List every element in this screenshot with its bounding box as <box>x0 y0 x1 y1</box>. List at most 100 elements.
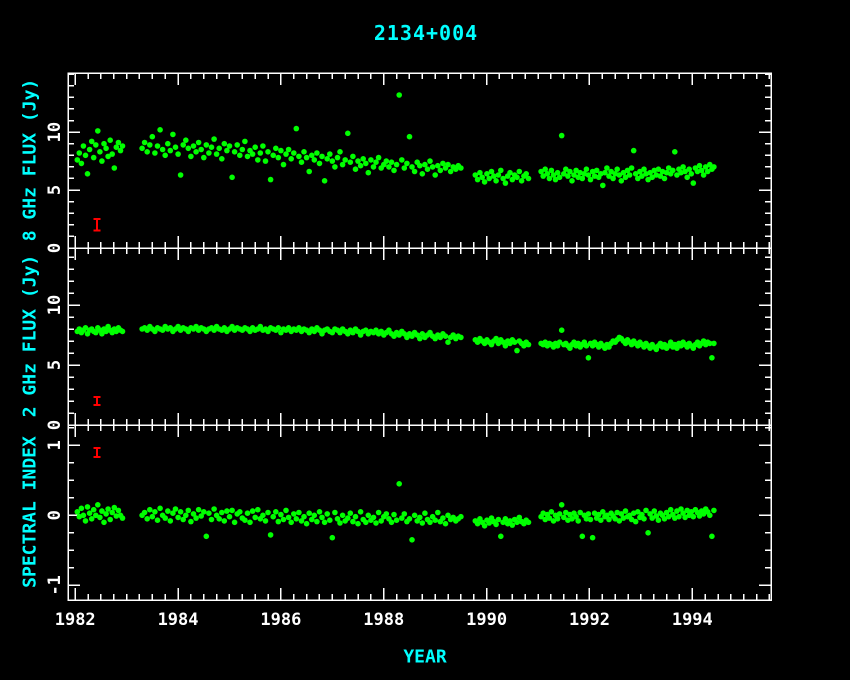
data-point <box>327 151 333 157</box>
data-point <box>629 165 635 171</box>
data-point <box>147 507 153 513</box>
y-tick-label: 0 <box>45 510 65 520</box>
data-point <box>178 172 184 178</box>
data-point <box>555 516 561 522</box>
data-point <box>711 164 717 170</box>
data-point <box>409 537 415 543</box>
y-tick-label: 5 <box>45 185 65 195</box>
data-point <box>227 514 233 520</box>
data-point <box>600 183 606 189</box>
data-point <box>652 508 658 514</box>
data-point <box>144 516 150 522</box>
data-point <box>237 509 243 515</box>
data-point <box>201 155 207 161</box>
data-point <box>340 513 346 519</box>
data-point <box>430 164 436 170</box>
data-point <box>496 517 502 523</box>
data-point <box>332 164 338 170</box>
data-point <box>645 530 651 536</box>
data-point <box>391 512 397 518</box>
data-point <box>250 508 256 514</box>
data-point <box>276 155 282 161</box>
data-point <box>427 158 433 164</box>
data-point <box>337 520 343 526</box>
data-point <box>368 157 374 163</box>
y-tick-label: 10 <box>45 122 65 142</box>
data-point <box>371 515 377 521</box>
data-point <box>97 149 103 155</box>
data-point <box>498 168 504 174</box>
data-point <box>691 180 697 186</box>
data-point <box>150 514 156 520</box>
data-point <box>286 147 292 153</box>
data-point <box>222 141 228 147</box>
data-point <box>391 168 397 174</box>
data-point <box>304 155 310 161</box>
data-point <box>107 517 113 523</box>
data-point <box>270 514 276 520</box>
data-point <box>209 144 215 150</box>
data-point <box>404 161 410 167</box>
data-point <box>319 154 325 160</box>
data-point <box>348 159 354 165</box>
data-point <box>245 154 251 160</box>
data-point <box>355 521 361 527</box>
data-point <box>77 150 83 156</box>
data-point <box>335 155 341 161</box>
data-point <box>376 510 382 516</box>
data-point <box>443 333 449 339</box>
data-point <box>240 147 246 153</box>
data-point <box>270 153 276 159</box>
data-point <box>340 162 346 168</box>
y-axis-title-8ghz: 8 GHz FLUX (Jy) <box>20 79 41 242</box>
data-point <box>83 518 89 524</box>
data-point <box>358 509 364 515</box>
data-point <box>662 176 668 182</box>
data-point <box>482 179 488 185</box>
data-point <box>175 515 181 521</box>
data-point <box>709 534 715 540</box>
data-point <box>623 508 629 514</box>
axis-tick-labels: 05100510-1011982198419861988199019921994 <box>45 122 713 630</box>
x-axis-title: YEAR <box>403 647 447 668</box>
data-point <box>420 171 426 177</box>
data-point <box>670 168 676 174</box>
data-point <box>512 339 518 345</box>
data-point <box>407 134 413 140</box>
data-point <box>389 159 395 165</box>
data-point <box>517 169 523 175</box>
data-point <box>252 144 258 150</box>
data-point <box>165 508 171 514</box>
data-point <box>209 517 215 523</box>
data-point <box>103 511 109 517</box>
data-point <box>162 153 168 159</box>
data-point <box>258 150 264 156</box>
data-point <box>255 507 261 513</box>
data-point <box>276 519 282 525</box>
data-point <box>458 165 464 171</box>
data-point <box>268 177 274 183</box>
data-point <box>458 514 464 520</box>
data-point <box>242 517 248 523</box>
data-point <box>443 521 449 527</box>
data-point <box>668 507 674 513</box>
data-point <box>144 149 150 155</box>
data-point <box>211 506 217 512</box>
data-point <box>322 178 328 184</box>
data-point <box>93 142 99 148</box>
data-point <box>342 157 348 163</box>
data-point <box>631 148 637 154</box>
data-point <box>656 517 662 523</box>
data-point <box>575 518 581 524</box>
data-point <box>458 335 464 341</box>
data-point <box>389 520 395 526</box>
data-point <box>263 518 269 524</box>
y-axis-title-spectral-index: SPECTRAL INDEX <box>20 436 41 588</box>
data-point <box>224 508 230 514</box>
data-point <box>288 520 294 526</box>
data-point <box>386 164 392 170</box>
data-point <box>711 341 717 347</box>
data-point <box>265 149 271 155</box>
data-point <box>247 520 253 526</box>
data-point <box>273 146 279 152</box>
